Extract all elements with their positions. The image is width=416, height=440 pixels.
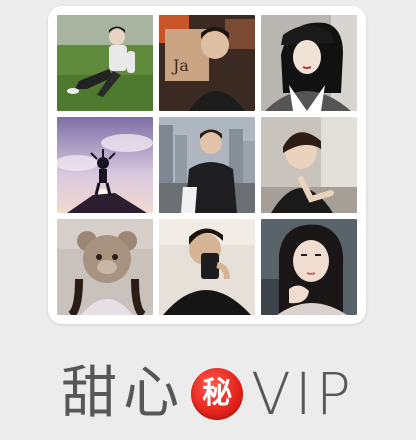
svg-text:Ja: Ja	[171, 56, 189, 75]
photo-man-sitting-on-grass	[57, 15, 153, 111]
app-name-part2: VIP	[251, 360, 355, 428]
photo-man-city-street	[159, 117, 255, 213]
app-icon[interactable]: Ja	[48, 6, 366, 324]
photo-grid: Ja	[57, 15, 357, 315]
photo-woman-black-cap	[261, 15, 357, 111]
photo-silhouette-on-rock	[57, 117, 153, 213]
photo-man-phone-selfie	[159, 219, 255, 315]
photo-person-teddy-bear-hat	[57, 219, 153, 315]
secret-badge-icon: 秘	[191, 368, 244, 420]
app-name-label: 甜心 秘 VIP	[0, 358, 416, 430]
photo-man-sitting-indoors	[261, 117, 357, 213]
photo-woman-hand-on-chin	[261, 219, 357, 315]
photo-man-with-magazine: Ja	[159, 15, 255, 111]
app-name-part1: 甜心	[61, 361, 186, 426]
